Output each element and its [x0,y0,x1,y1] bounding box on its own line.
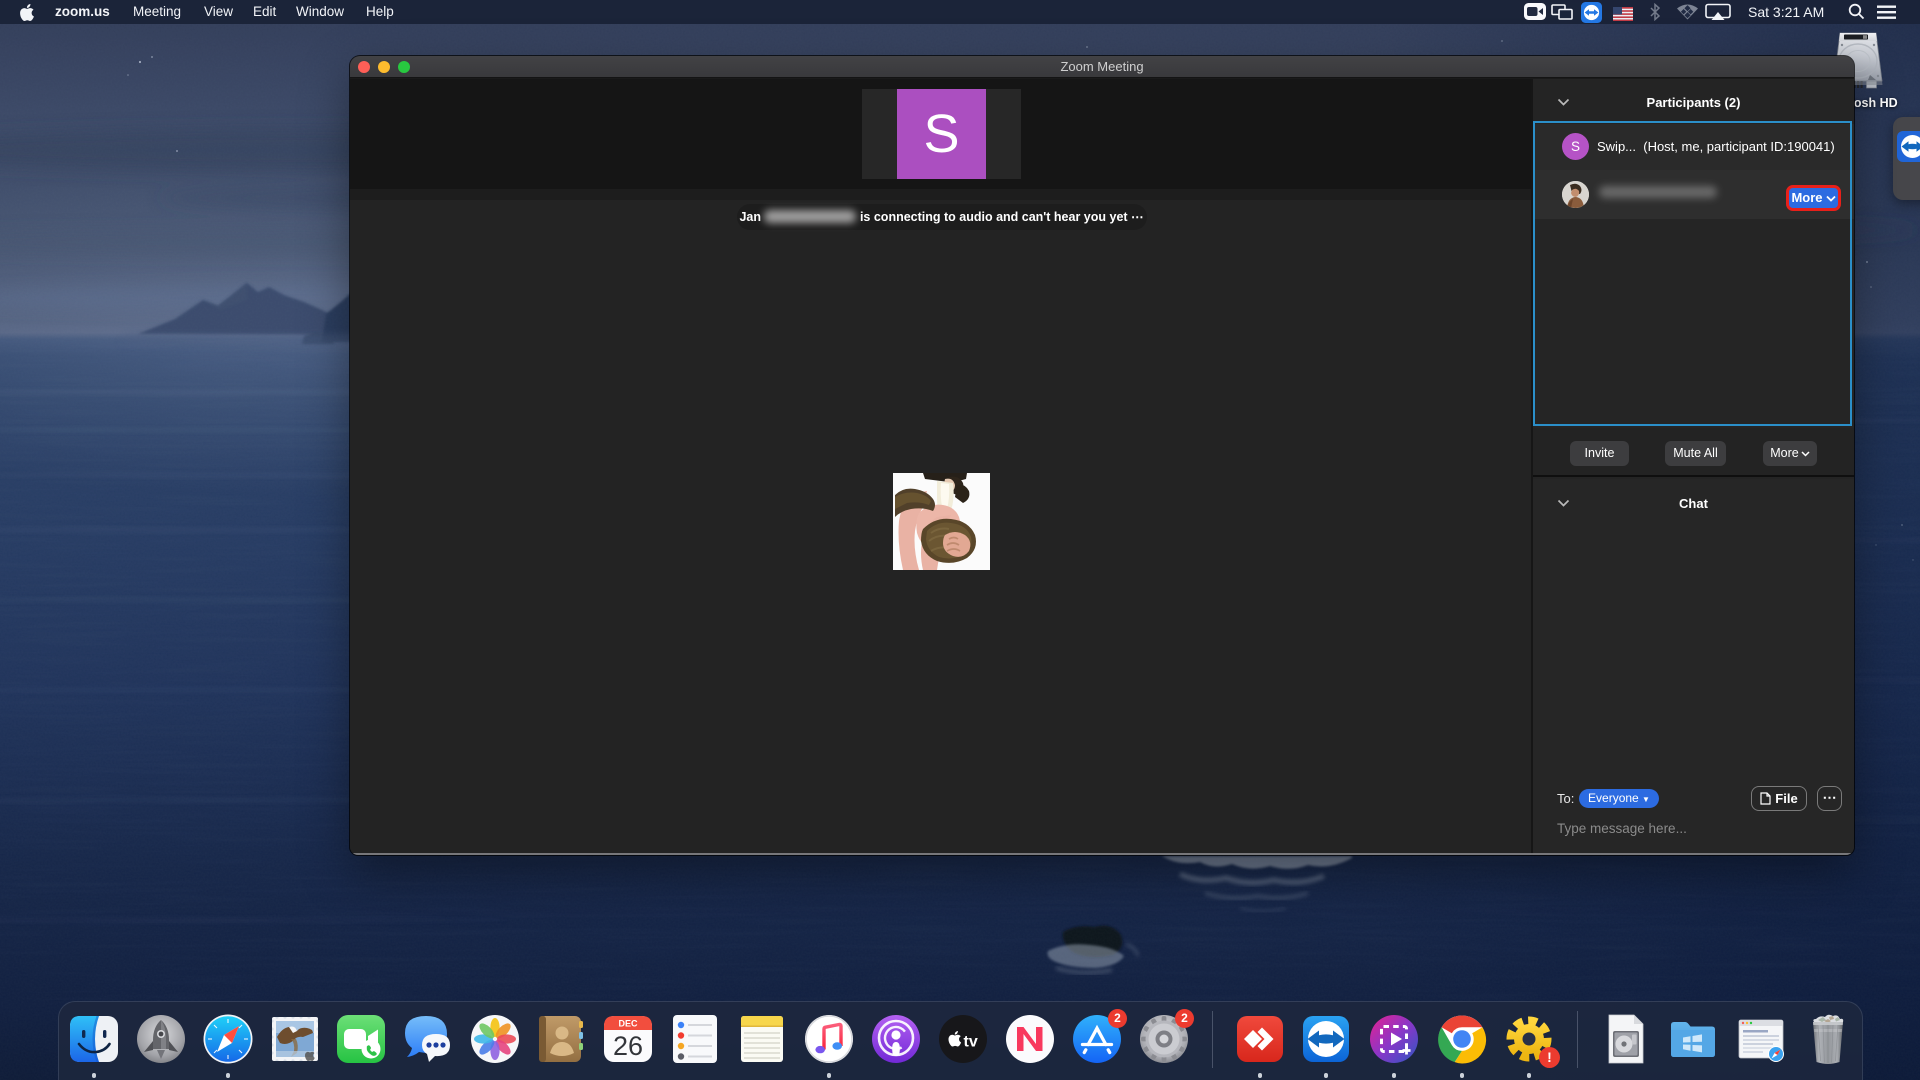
svg-text:DEC: DEC [618,1019,638,1029]
svg-text:tv: tv [964,1034,978,1051]
svg-text:26: 26 [613,1031,643,1061]
